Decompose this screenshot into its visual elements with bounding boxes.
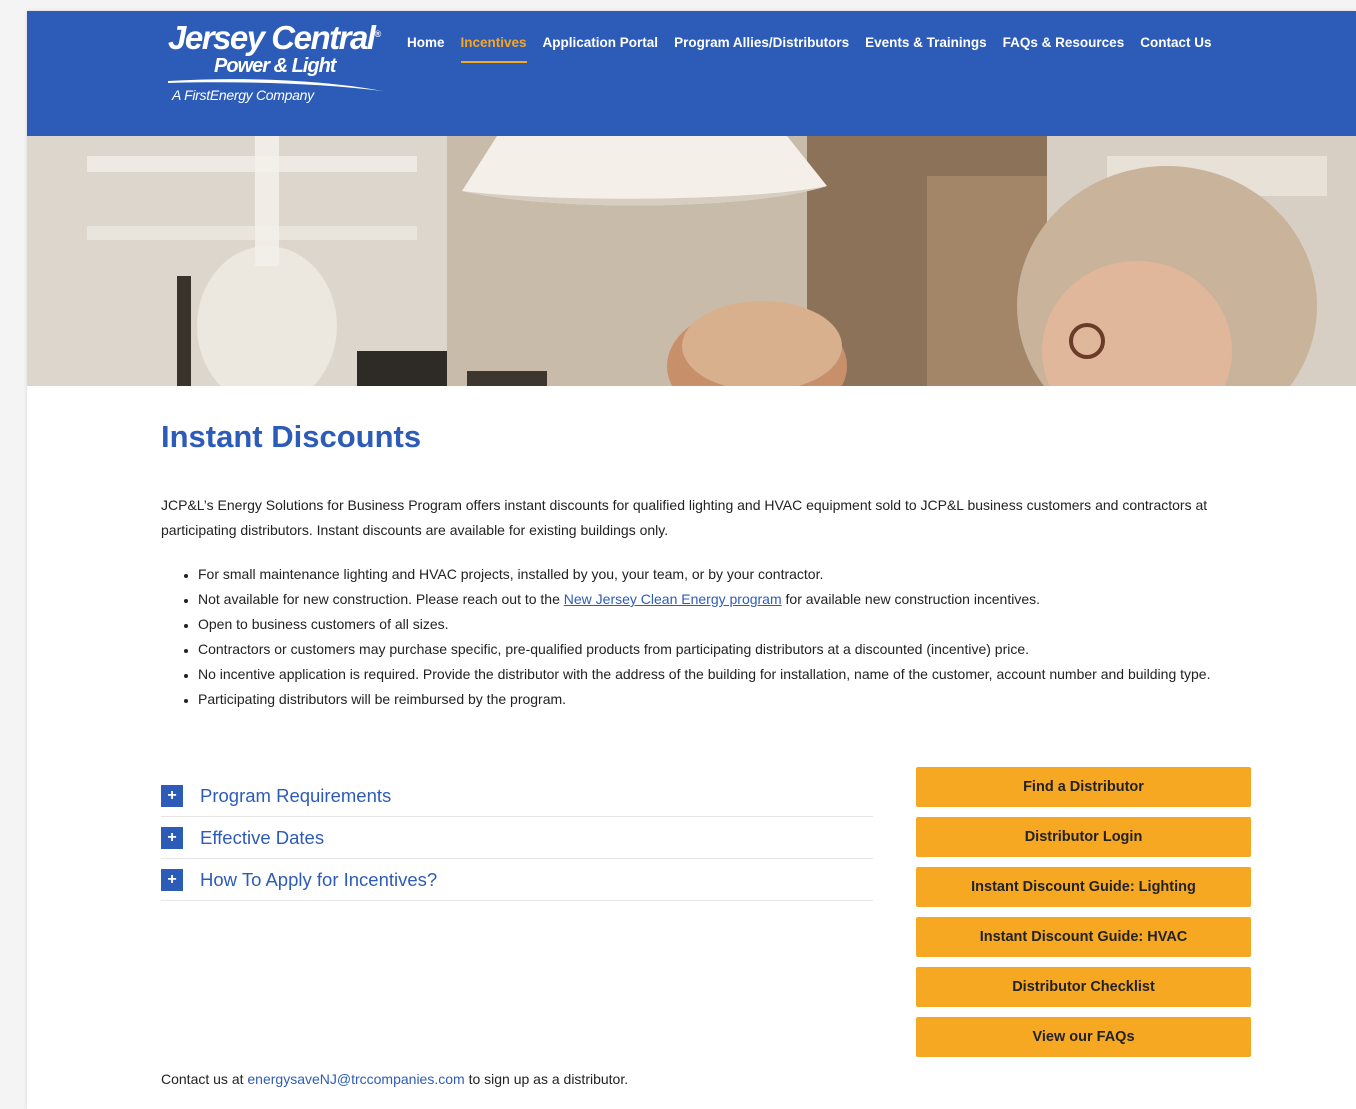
accordion-effective-dates[interactable]: + Effective Dates	[161, 817, 873, 859]
accordion-label[interactable]: Program Requirements	[200, 785, 391, 807]
page: Jersey Central® Power & Light A FirstEne…	[27, 11, 1356, 1109]
accordion-label[interactable]: Effective Dates	[200, 827, 324, 849]
plus-icon[interactable]: +	[161, 784, 183, 807]
view-faqs-button[interactable]: View our FAQs	[916, 1017, 1251, 1057]
list-item: Open to business customers of all sizes.	[198, 612, 1298, 637]
contact-text: to sign up as a distributor.	[464, 1071, 629, 1087]
distributor-login-button[interactable]: Distributor Login	[916, 817, 1251, 857]
nav-events-trainings[interactable]: Events & Trainings	[865, 35, 987, 63]
intro-paragraph: JCP&L’s Energy Solutions for Business Pr…	[161, 497, 1208, 538]
logo-tagline: A FirstEnergy Company	[172, 87, 314, 103]
list-item: Participating distributors will be reimb…	[198, 687, 1298, 712]
list-item-text: Not available for new construction. Plea…	[198, 591, 564, 607]
main-nav: Home Incentives Application Portal Progr…	[407, 35, 1227, 63]
action-buttons: Find a Distributor Distributor Login Ins…	[916, 767, 1251, 1067]
lighting-guide-button[interactable]: Instant Discount Guide: Lighting	[916, 867, 1251, 907]
list-item: Contractors or customers may purchase sp…	[198, 637, 1298, 662]
list-item: Not available for new construction. Plea…	[198, 587, 1298, 612]
hvac-guide-button[interactable]: Instant Discount Guide: HVAC	[916, 917, 1251, 957]
find-distributor-button[interactable]: Find a Distributor	[916, 767, 1251, 807]
list-item: No incentive application is required. Pr…	[198, 662, 1298, 687]
program-bullet-list: For small maintenance lighting and HVAC …	[161, 562, 1298, 712]
nav-faqs-resources[interactable]: FAQs & Resources	[1003, 35, 1125, 63]
contact-text: Contact us at	[161, 1071, 248, 1087]
nj-clean-energy-link[interactable]: New Jersey Clean Energy program	[564, 591, 782, 607]
list-item-text: for available new construction incentive…	[781, 591, 1040, 607]
nav-incentives[interactable]: Incentives	[460, 35, 527, 63]
contact-email-link[interactable]: energysaveNJ@trccompanies.com	[247, 1071, 464, 1087]
site-header: Jersey Central® Power & Light A FirstEne…	[27, 11, 1356, 136]
list-item: For small maintenance lighting and HVAC …	[198, 562, 1298, 587]
page-title: Instant Discounts	[161, 419, 422, 454]
accordion-program-requirements[interactable]: + Program Requirements	[161, 775, 873, 817]
hero-photo-illustration	[27, 136, 1356, 386]
nav-program-allies[interactable]: Program Allies/Distributors	[674, 35, 849, 63]
accordion-label[interactable]: How To Apply for Incentives?	[200, 869, 437, 891]
distributor-checklist-button[interactable]: Distributor Checklist	[916, 967, 1251, 1007]
accordion-how-to-apply[interactable]: + How To Apply for Incentives?	[161, 859, 873, 901]
hero-image	[27, 136, 1356, 386]
nav-home[interactable]: Home	[407, 35, 445, 63]
contact-line: Contact us at energysaveNJ@trccompanies.…	[161, 1071, 628, 1087]
plus-icon[interactable]: +	[161, 868, 183, 891]
accordion: + Program Requirements + Effective Dates…	[161, 775, 873, 901]
logo-name-line1: Jersey Central®	[168, 19, 381, 56]
nav-application-portal[interactable]: Application Portal	[543, 35, 659, 63]
plus-icon[interactable]: +	[161, 826, 183, 849]
nav-contact-us[interactable]: Contact Us	[1140, 35, 1211, 63]
jcpl-logo[interactable]: Jersey Central® Power & Light A FirstEne…	[168, 17, 408, 112]
